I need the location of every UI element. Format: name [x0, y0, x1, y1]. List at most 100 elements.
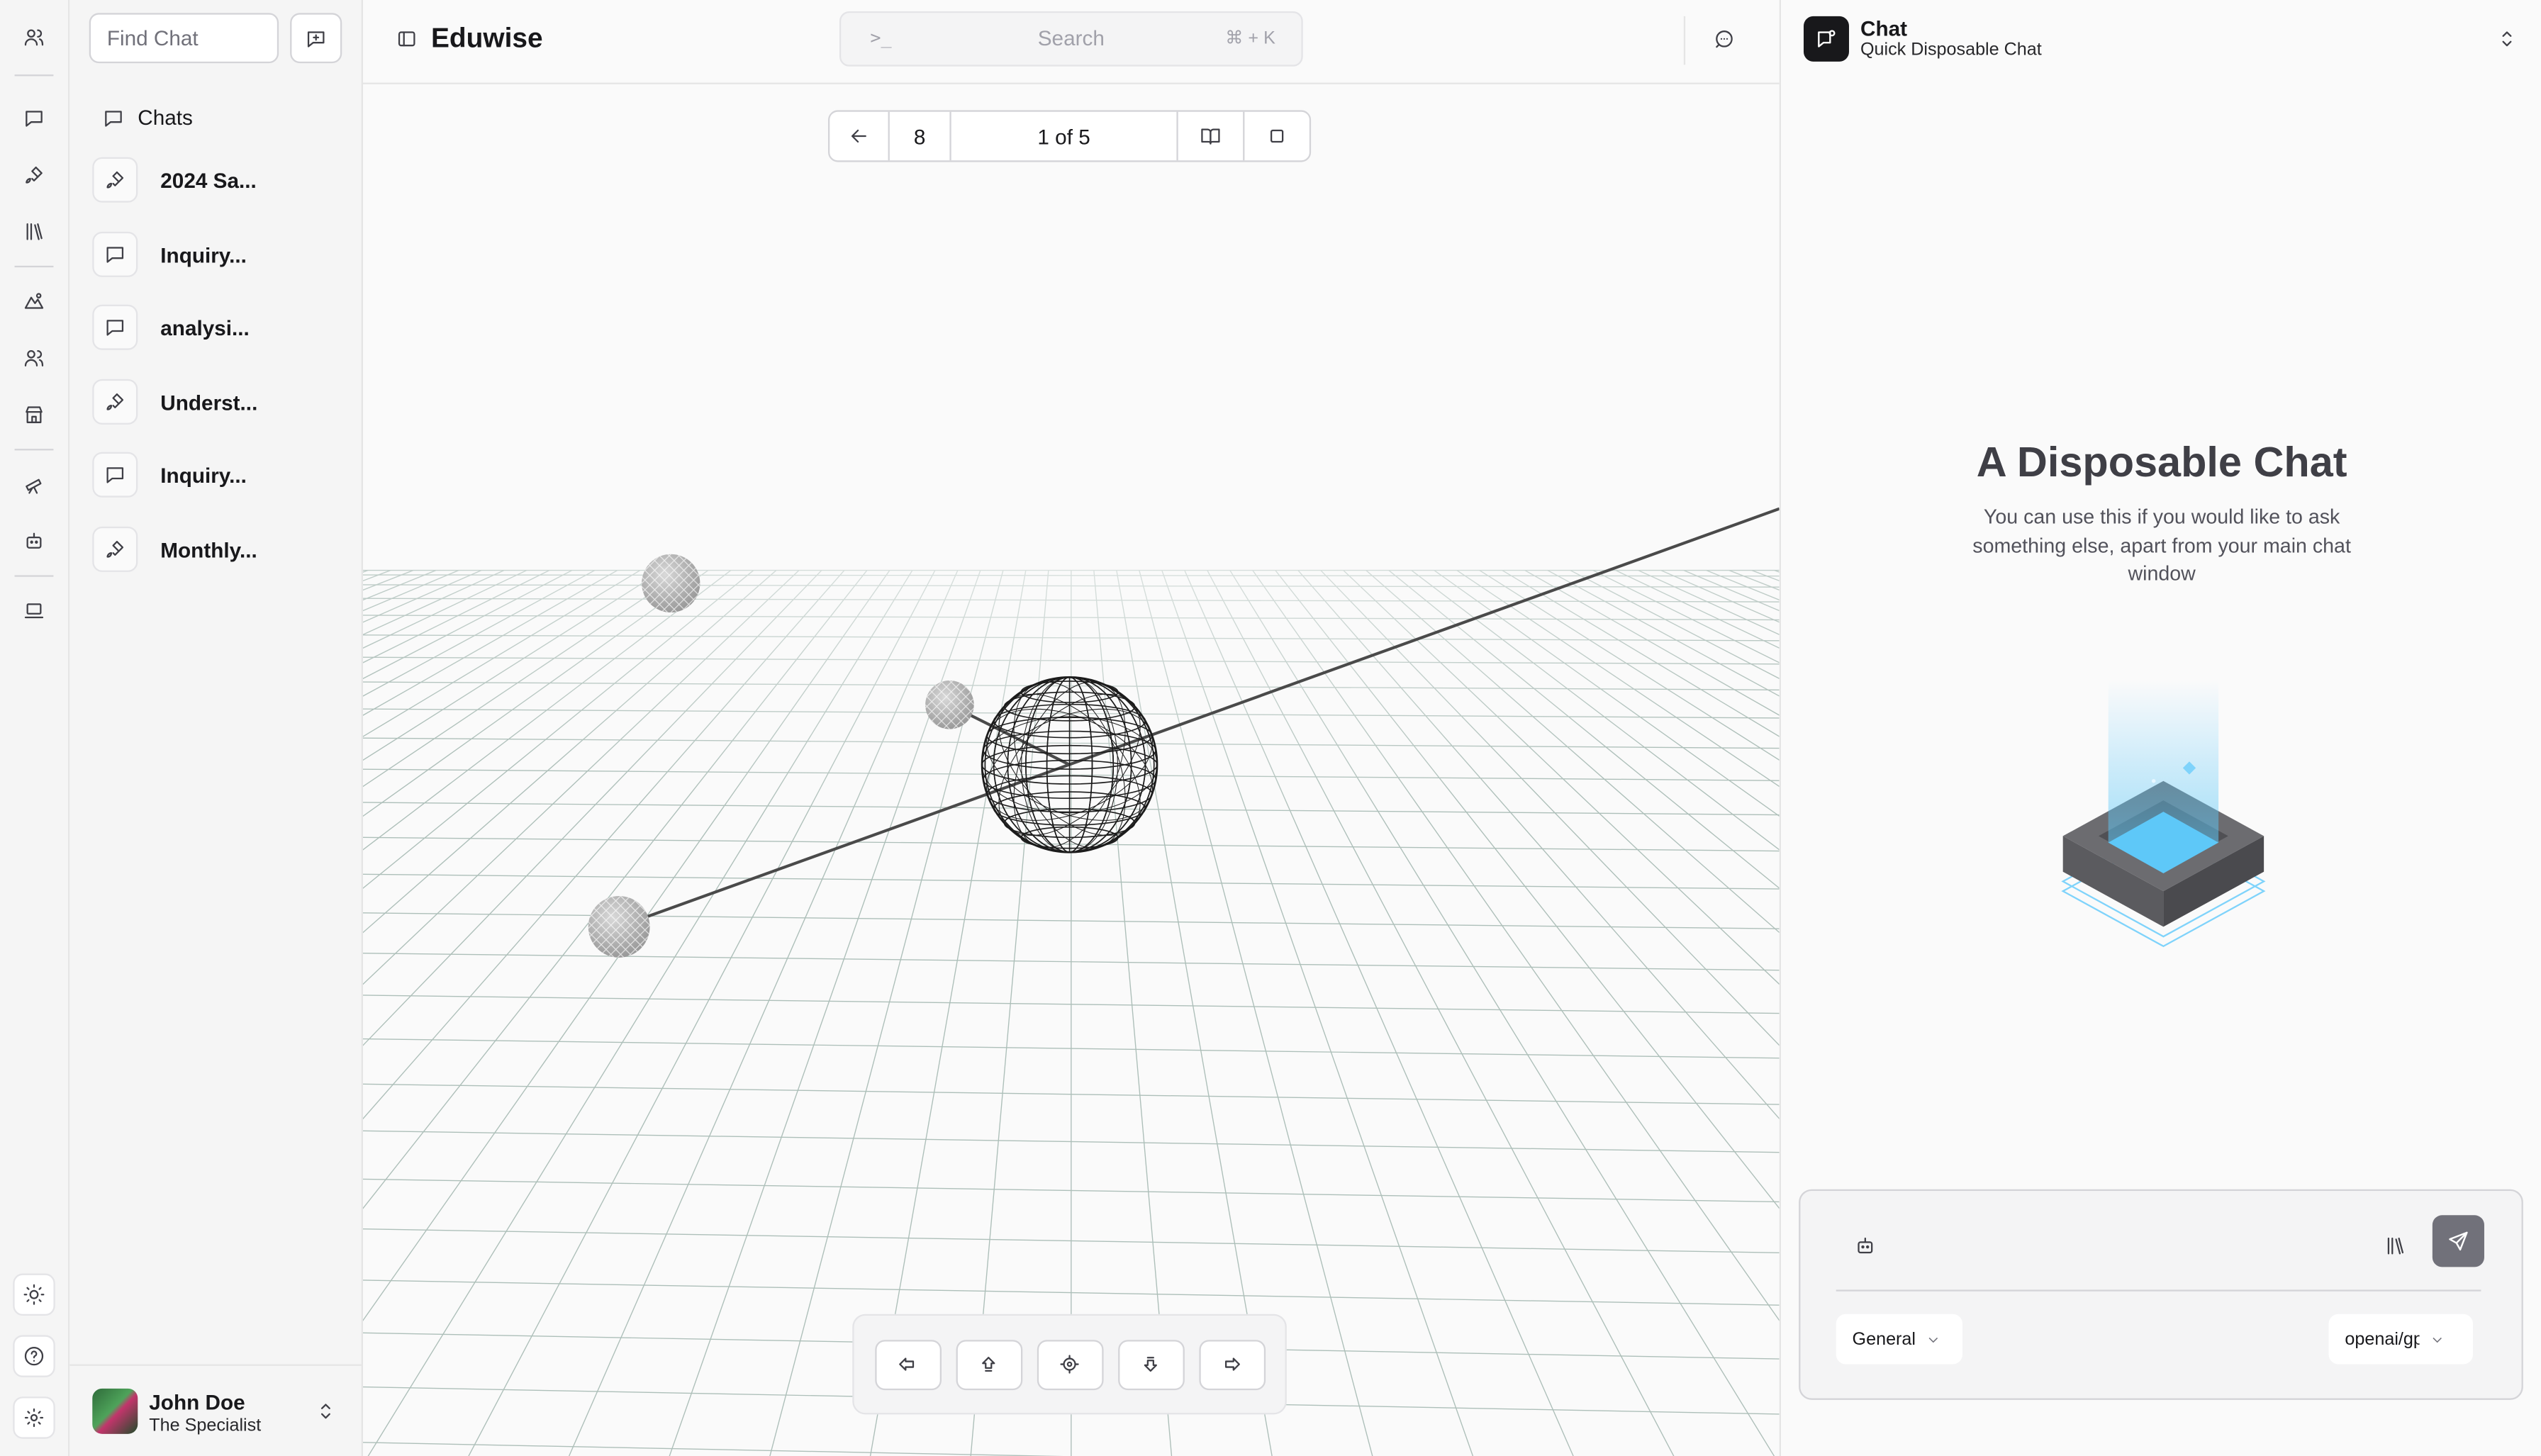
chat-badge-icon: [1803, 16, 1849, 62]
chat-item-label: Monthly...: [160, 537, 257, 561]
mode-select-value: General: [1852, 1329, 1916, 1349]
arrow-down-icon: [1144, 1357, 1157, 1372]
user-role: The Specialist: [149, 1416, 262, 1436]
bot-icon[interactable]: [13, 520, 55, 562]
camera-controls: [852, 1314, 1287, 1415]
search-shortcut: ⌘ + K: [1225, 29, 1275, 49]
new-chat-button[interactable]: [290, 13, 342, 64]
node-count: 8: [890, 111, 951, 161]
icon-rail: [0, 0, 70, 1456]
3d-graph-scene[interactable]: [362, 84, 1780, 1456]
rail-divider: [14, 265, 54, 268]
telescope-icon[interactable]: [13, 464, 55, 505]
chevron-down-icon: [2433, 1336, 2442, 1343]
back-button[interactable]: [830, 111, 890, 161]
topbar-divider: [1683, 16, 1686, 65]
rail-divider: [14, 575, 54, 577]
chat-icon: [92, 304, 138, 350]
brush-icon: [92, 157, 138, 203]
chat-icon: [92, 231, 138, 277]
disposable-chat-panel: Chat Quick Disposable Chat A Disposable …: [1779, 0, 2541, 1456]
composer-divider: [1836, 1289, 2481, 1292]
empty-state-title: A Disposable Chat: [1976, 437, 2347, 486]
brush-icon: [92, 379, 138, 425]
chat-list-item[interactable]: Monthly...: [92, 526, 257, 572]
chat-composer[interactable]: General openai/gpt: [1799, 1189, 2523, 1400]
app-title: Eduwise: [430, 22, 543, 54]
pan-up-button[interactable]: [955, 1339, 1022, 1389]
sidebar-toggle-icon[interactable]: [391, 23, 423, 55]
book-button[interactable]: [1178, 111, 1245, 161]
mode-select[interactable]: General: [1836, 1314, 1962, 1365]
square-button[interactable]: [1244, 112, 1309, 161]
brush-icon: [92, 526, 138, 572]
theme-icon[interactable]: [13, 1273, 55, 1316]
app-window: Chats 2024 Sa... Inquiry... analysi... U…: [0, 0, 2541, 1456]
chevrons-up-down-icon[interactable]: [2494, 23, 2520, 55]
chevrons-up-down-icon[interactable]: [313, 1395, 339, 1428]
chat-icon: [105, 110, 122, 126]
chat-item-label: Inquiry...: [160, 462, 247, 487]
chat-list-item[interactable]: 2024 Sa...: [92, 157, 257, 203]
chat-sidebar: Chats 2024 Sa... Inquiry... analysi... U…: [69, 0, 363, 1456]
chat-item-label: Inquiry...: [160, 242, 247, 267]
laptop-icon[interactable]: [13, 590, 55, 632]
pan-left-button[interactable]: [874, 1339, 941, 1389]
arrow-up-icon: [982, 1357, 995, 1372]
avatar: [92, 1388, 138, 1434]
square-icon: [1270, 129, 1284, 143]
main-canvas: Eduwise >_ Search ⌘ + K 8 1 of 5: [362, 0, 1780, 1456]
brush-icon[interactable]: [13, 154, 55, 196]
chat-icon: [92, 452, 138, 498]
search-bar[interactable]: >_ Search ⌘ + K: [839, 11, 1303, 67]
panel-header[interactable]: Chat Quick Disposable Chat: [1781, 0, 2541, 78]
rail-divider: [14, 449, 54, 451]
chats-heading-label: Chats: [138, 105, 193, 130]
chat-list-item[interactable]: analysi...: [92, 304, 250, 350]
panel-subtitle: Quick Disposable Chat: [1860, 40, 2042, 60]
chat-list-item[interactable]: Underst...: [92, 379, 257, 425]
chevron-down-icon: [1928, 1336, 1938, 1343]
new-chat-icon: [307, 30, 325, 47]
user-profile[interactable]: John Doe The Specialist: [69, 1364, 363, 1456]
graph-node-small[interactable]: [588, 895, 650, 958]
rail-divider: [14, 74, 54, 77]
chat-list-item[interactable]: Inquiry...: [92, 231, 247, 277]
empty-state-text: You can use this if you would like to as…: [1972, 505, 2351, 586]
store-icon[interactable]: [13, 393, 55, 435]
chat-item-label: analysi...: [160, 315, 250, 340]
pan-right-button[interactable]: [1198, 1339, 1265, 1389]
recenter-button[interactable]: [1036, 1339, 1103, 1389]
box-illustration: [2061, 680, 2266, 948]
bot-icon[interactable]: [1845, 1226, 1884, 1265]
chat-icon[interactable]: [13, 97, 55, 139]
arrow-left-icon: [851, 129, 866, 143]
arrow-right-icon: [1224, 1357, 1240, 1371]
send-icon: [2449, 1231, 2468, 1251]
model-select-value: openai/gpt: [2345, 1329, 2419, 1349]
book-open-icon: [1201, 128, 1220, 145]
settings-icon[interactable]: [13, 1396, 55, 1439]
find-chat-input[interactable]: [89, 13, 279, 64]
horizon-fade: [362, 84, 1780, 927]
chat-panel-toggle-icon[interactable]: [1708, 23, 1741, 55]
graph-node-small[interactable]: [642, 554, 700, 612]
pan-down-button[interactable]: [1117, 1339, 1184, 1389]
pager-toolbar: 8 1 of 5: [827, 110, 1312, 162]
chat-list-item[interactable]: Inquiry...: [92, 452, 247, 498]
library-icon[interactable]: [13, 211, 55, 252]
users-icon[interactable]: [13, 16, 55, 58]
help-icon[interactable]: [13, 1335, 55, 1377]
arrow-left-icon: [899, 1357, 915, 1371]
graph-node-small[interactable]: [925, 680, 974, 729]
model-select[interactable]: openai/gpt: [2328, 1314, 2473, 1365]
map-icon[interactable]: [13, 280, 55, 322]
user-name: John Doe: [149, 1390, 245, 1415]
panel-title: Chat: [1860, 16, 1908, 41]
library-icon[interactable]: [2376, 1226, 2415, 1265]
top-bar: Eduwise >_ Search ⌘ + K: [362, 0, 1780, 84]
send-button[interactable]: [2432, 1215, 2484, 1267]
team-icon[interactable]: [13, 337, 55, 379]
recenter-icon: [1060, 1355, 1079, 1374]
chat-item-label: 2024 Sa...: [160, 167, 257, 192]
